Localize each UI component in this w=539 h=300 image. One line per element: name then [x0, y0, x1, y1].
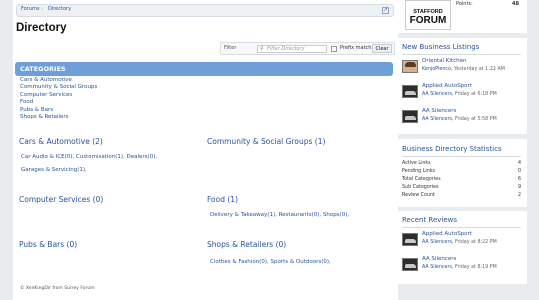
sidebar: STAFFORD FORUM Points: 48 New Business L… [398, 0, 539, 300]
section-title-community[interactable]: Community & Social Groups (1) [207, 137, 325, 146]
section-subcats-shops[interactable]: Clothes & Fashion(0), Sports & Outdoors(… [210, 256, 331, 269]
listing-item[interactable]: Applied AutoSport AA Silencers, Friday a… [402, 83, 522, 103]
listing-meta: AA Silencers, Friday at 6:18 PM [422, 92, 497, 97]
divider [402, 156, 521, 157]
listing-thumbnail [402, 85, 418, 98]
listing-user[interactable]: AA Silencers, [422, 92, 454, 97]
review-item[interactable]: AA Silencers AA Silencers, Friday at 8:1… [402, 256, 522, 276]
listing-meta: KenjoPlenco, Yesterday at 1:22 AM [422, 67, 505, 72]
recent-reviews-block: Recent Reviews Applied AutoSport AA Sile… [398, 211, 527, 284]
filter-bar: Filter ⚲ Filter Directory Prefix match C… [220, 42, 395, 55]
filter-label: Filter [224, 45, 237, 51]
categories-panel: CATEGORIES Cars & Automotive Community &… [15, 62, 393, 128]
stat-row: Active Links 4 [402, 161, 521, 168]
stat-row: Total Categories 6 [402, 177, 521, 184]
section-title-computer[interactable]: Computer Services (0) [19, 195, 103, 204]
footer-credit[interactable]: © XenKingDir from Surrey Forum [20, 286, 95, 291]
listing-user[interactable]: AA Silencers, [422, 117, 454, 122]
breadcrumb-directory-link[interactable]: Directory [48, 6, 71, 12]
listing-title[interactable]: AA Silencers [422, 108, 456, 114]
recent-reviews-title: Recent Reviews [402, 216, 458, 224]
divider [402, 54, 521, 55]
review-user[interactable]: AA Silencers, [422, 265, 454, 270]
category-link-cars[interactable]: Cars & Automotive [20, 77, 97, 84]
user-block: STAFFORD FORUM Points: 48 [398, 0, 527, 33]
section-subcats-cars-2[interactable]: Garages & Servicing(1), [21, 164, 87, 177]
categories-list: Cars & Automotive Community & Social Gro… [20, 77, 97, 121]
section-subcats-food[interactable]: Delivery & Takeaway(1), Restaurants(0), … [210, 209, 349, 222]
new-listings-title: New Business Listings [402, 43, 480, 51]
new-listings-block: New Business Listings Oriental Kitchen K… [398, 38, 527, 134]
prefix-match-checkbox[interactable] [331, 46, 337, 52]
main-content: Forums › Directory ↗ Directory Filter ⚲ … [13, 0, 398, 300]
review-meta: AA Silencers, Friday at 8:19 PM [422, 265, 497, 270]
points-value: 48 [512, 1, 519, 7]
categories-header-text: CATEGORIES [20, 65, 66, 73]
divider [402, 227, 521, 228]
prefix-match-label: Prefix match [340, 45, 372, 51]
stat-row: Sub Categories 9 [402, 185, 521, 192]
review-thumbnail [402, 233, 418, 246]
stat-label: Total Categories [402, 177, 441, 182]
listing-user[interactable]: KenjoPlenco, [422, 67, 452, 72]
breadcrumb: Forums › Directory ↗ [16, 4, 394, 17]
avatar [402, 60, 418, 73]
review-time: Friday at 8:19 PM [455, 265, 497, 270]
category-link-community[interactable]: Community & Social Groups [20, 84, 97, 91]
search-icon: ⚲ [260, 46, 264, 52]
listing-time: Yesterday at 1:22 AM [454, 67, 505, 72]
breadcrumb-forums-link[interactable]: Forums [21, 6, 39, 12]
section-title-shops[interactable]: Shops & Retailers (0) [207, 240, 286, 249]
listing-title[interactable]: Applied AutoSport [422, 83, 472, 89]
listing-title[interactable]: Oriental Kitchen [422, 58, 466, 64]
category-link-shops[interactable]: Shops & Retailers [20, 114, 97, 121]
review-thumbnail [402, 258, 418, 271]
listing-thumbnail [402, 110, 418, 123]
points-label: Points: [456, 1, 473, 7]
stat-value: 4 [517, 161, 521, 166]
review-user[interactable]: AA Silencers, [422, 240, 454, 245]
stat-value: 0 [517, 169, 521, 174]
review-title[interactable]: AA Silencers [422, 256, 456, 262]
review-title[interactable]: Applied AutoSport [422, 231, 472, 237]
external-link-icon[interactable]: ↗ [382, 7, 389, 14]
filter-input[interactable]: ⚲ Filter Directory [257, 45, 327, 53]
stat-label: Sub Categories [402, 185, 439, 190]
stat-value: 6 [517, 177, 521, 182]
filter-placeholder: Filter Directory [267, 46, 305, 52]
clear-button[interactable]: Clear [372, 44, 392, 53]
listing-time: Friday at 5:58 PM [455, 117, 497, 122]
stat-label: Pending Links [402, 169, 436, 174]
stat-row: Pending Links 0 [402, 169, 521, 176]
stat-row: Review Count 2 [402, 193, 521, 200]
section-title-cars[interactable]: Cars & Automotive (2) [19, 137, 103, 146]
category-link-pubs[interactable]: Pubs & Bars [20, 107, 97, 114]
stats-title: Business Directory Statistics [402, 145, 502, 153]
section-subcats-cars[interactable]: Car Audio & ICE(0), Customisation(1), De… [21, 151, 157, 164]
stat-label: Active Links [402, 161, 431, 166]
listing-meta: AA Silencers, Friday at 5:58 PM [422, 117, 497, 122]
stats-block: Business Directory Statistics Active Lin… [398, 139, 527, 207]
logo-text-main: FORUM [409, 15, 447, 26]
page-title: Directory [16, 22, 67, 34]
section-title-food[interactable]: Food (1) [207, 195, 238, 204]
section-title-pubs[interactable]: Pubs & Bars (0) [19, 240, 77, 249]
review-meta: AA Silencers, Friday at 8:22 PM [422, 240, 497, 245]
stat-value: 9 [517, 185, 521, 190]
stat-label: Review Count [402, 193, 435, 198]
stafford-forum-logo[interactable]: STAFFORD FORUM [405, 0, 451, 30]
review-time: Friday at 8:22 PM [455, 240, 497, 245]
stat-value: 2 [517, 193, 521, 198]
category-link-food[interactable]: Food [20, 99, 97, 106]
categories-header: CATEGORIES [15, 62, 393, 76]
review-item[interactable]: Applied AutoSport AA Silencers, Friday a… [402, 231, 522, 251]
listing-item[interactable]: AA Silencers AA Silencers, Friday at 5:5… [402, 108, 522, 128]
listing-item[interactable]: Oriental Kitchen KenjoPlenco, Yesterday … [402, 58, 522, 78]
breadcrumb-separator: › [41, 6, 43, 12]
category-link-computer[interactable]: Computer Services [20, 92, 97, 99]
listing-time: Friday at 6:18 PM [455, 92, 497, 97]
